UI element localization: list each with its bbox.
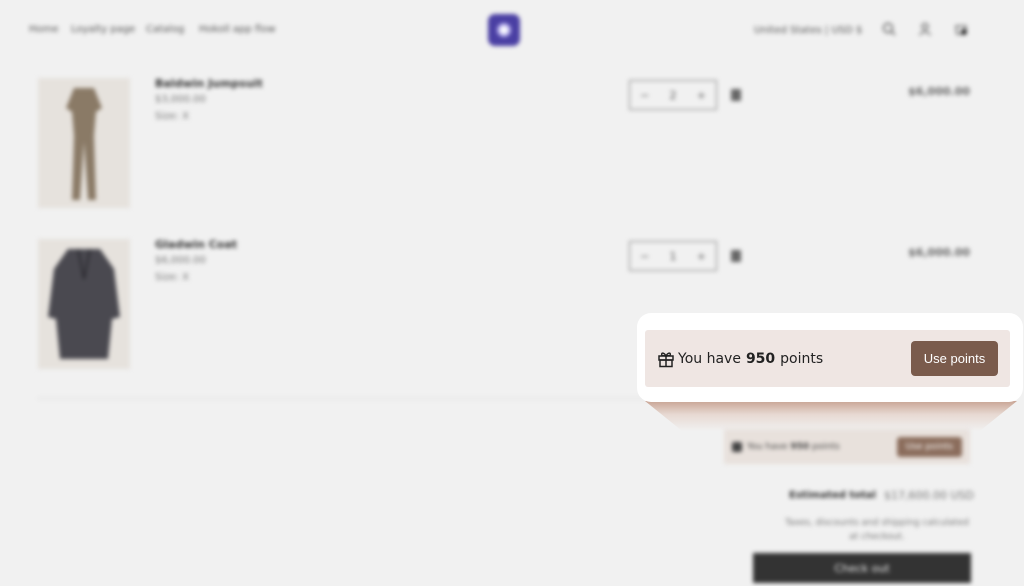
points-value: 950 (745, 350, 776, 367)
product-name[interactable]: Gladwin Coat (155, 238, 237, 251)
qty-minus-button[interactable]: − (640, 250, 649, 263)
qty-value[interactable]: 2 (670, 89, 677, 102)
nav-catalog[interactable]: Catalog (146, 24, 184, 35)
line-total: $6,000.00 (908, 246, 970, 259)
trash-icon[interactable] (731, 250, 741, 262)
callout-connector (645, 401, 1017, 431)
use-points-button[interactable]: Use points (911, 341, 998, 376)
cart-page-background: Home Loyalty page Catalog Hokoll app flo… (0, 0, 1024, 586)
estimated-total-label: Estimated total (789, 490, 876, 501)
gift-icon (732, 441, 742, 452)
product-price: $6,000.00 (155, 255, 206, 266)
line-total: $6,000.00 (908, 85, 970, 98)
currency-selector[interactable]: United States | USD $ (754, 25, 862, 36)
qty-value[interactable]: 1 (670, 250, 677, 263)
qty-plus-button[interactable]: + (697, 89, 706, 102)
nav-app-flow[interactable]: Hokoll app flow (199, 24, 276, 35)
points-prefix: You have (678, 350, 741, 367)
product-size: Size: X (155, 272, 189, 283)
qty-minus-button[interactable]: − (640, 89, 649, 102)
quantity-stepper[interactable]: − 2 + (629, 80, 717, 110)
search-icon[interactable] (882, 22, 896, 36)
points-prefix: You have (747, 441, 788, 452)
loyalty-points-bar-small: You have 950 points Use points (724, 429, 970, 464)
points-message: You have 950 points (678, 351, 823, 367)
nav-loyalty-page[interactable]: Loyalty page (71, 24, 135, 35)
qty-plus-button[interactable]: + (697, 250, 706, 263)
product-size: Size: X (155, 111, 189, 122)
checkout-button[interactable]: Check out (753, 553, 971, 583)
tax-note: Taxes, discounts and shipping calculated… (785, 518, 969, 542)
gift-icon (658, 351, 674, 367)
product-price: $3,000.00 (155, 94, 206, 105)
product-image-coat[interactable] (38, 239, 130, 369)
nav-home[interactable]: Home (29, 24, 59, 35)
points-suffix: points (780, 350, 824, 367)
points-value: 950 (790, 441, 810, 452)
cart-icon[interactable] (954, 22, 968, 36)
estimated-total-value: $17,600.00 USD (884, 489, 974, 502)
loyalty-points-bar: You have 950 points Use points (645, 330, 1010, 387)
trash-icon[interactable] (731, 89, 741, 101)
product-name[interactable]: Baldwin Jumpsuit (155, 77, 263, 90)
account-icon[interactable] (918, 22, 932, 36)
store-logo[interactable] (488, 14, 520, 46)
use-points-button-small[interactable]: Use points (896, 436, 962, 457)
quantity-stepper[interactable]: − 1 + (629, 241, 717, 271)
points-suffix: points (812, 441, 840, 452)
product-image-jumpsuit[interactable] (38, 78, 130, 208)
